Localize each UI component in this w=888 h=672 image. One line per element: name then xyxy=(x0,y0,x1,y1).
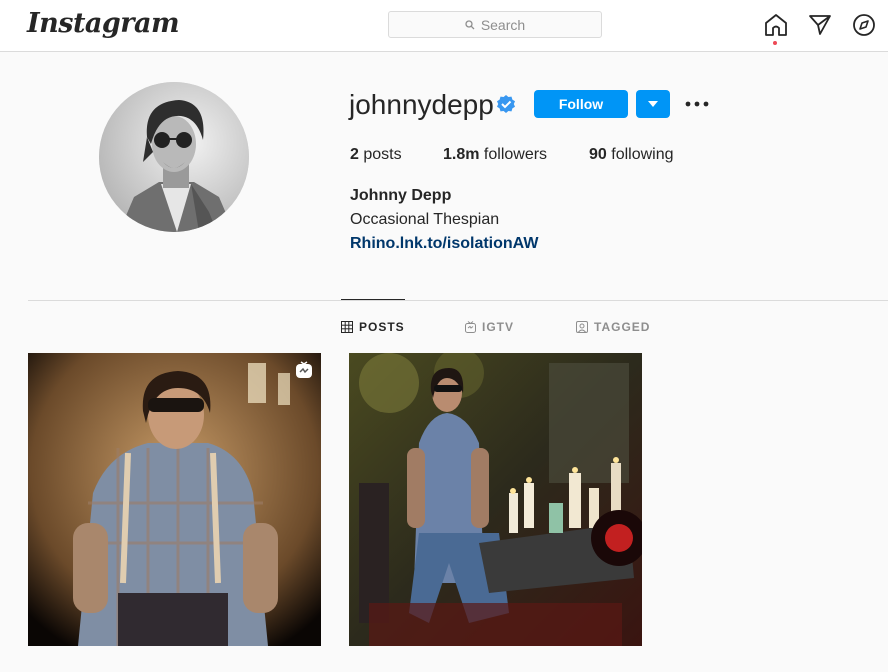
direct-message-icon[interactable] xyxy=(807,12,833,38)
profile-website-link[interactable]: Rhino.lnk.to/isolationAW xyxy=(350,235,538,253)
caret-down-icon xyxy=(648,101,658,107)
follow-button[interactable]: Follow xyxy=(534,90,628,118)
active-tab-indicator xyxy=(341,299,405,300)
search-placeholder: Search xyxy=(480,16,526,33)
post-image xyxy=(28,353,321,646)
profile-full-name: Johnny Depp xyxy=(350,187,452,204)
tabs-divider xyxy=(28,300,888,301)
profile-bio: Occasional Thespian xyxy=(350,211,500,228)
following-link[interactable]: 90 following xyxy=(589,146,674,164)
post-thumbnail[interactable] xyxy=(349,353,642,646)
more-dots-icon xyxy=(685,101,709,107)
profile-avatar[interactable] xyxy=(99,82,249,232)
profile-username: johnnydepp xyxy=(349,89,494,120)
home-icon[interactable] xyxy=(763,12,789,38)
post-thumbnail[interactable] xyxy=(28,353,321,646)
tab-igtv-label: IGTV xyxy=(482,320,515,334)
explore-compass-icon[interactable] xyxy=(851,12,877,38)
tab-igtv[interactable]: IGTV xyxy=(465,320,514,334)
suggested-accounts-dropdown-button[interactable] xyxy=(636,90,670,118)
notification-dot xyxy=(773,41,777,45)
instagram-logo[interactable]: Instagram xyxy=(27,8,180,39)
grid-icon xyxy=(341,321,353,333)
more-options-button[interactable] xyxy=(684,92,710,116)
followers-link[interactable]: 1.8m followers xyxy=(443,146,547,164)
tab-posts[interactable]: POSTS xyxy=(341,320,405,334)
search-icon xyxy=(465,19,475,29)
posts-count: 2 posts xyxy=(350,146,402,163)
post-image xyxy=(349,353,642,646)
verified-badge-icon xyxy=(497,95,515,113)
tab-tagged-label: TAGGED xyxy=(594,320,651,334)
tagged-user-icon xyxy=(576,321,588,333)
igtv-icon xyxy=(465,321,476,333)
search-input[interactable]: Search xyxy=(388,11,602,38)
tab-tagged[interactable]: TAGGED xyxy=(576,320,650,334)
top-navigation-bar: Instagram Search xyxy=(0,0,888,52)
igtv-post-icon xyxy=(296,361,312,378)
tab-posts-label: POSTS xyxy=(359,320,405,334)
